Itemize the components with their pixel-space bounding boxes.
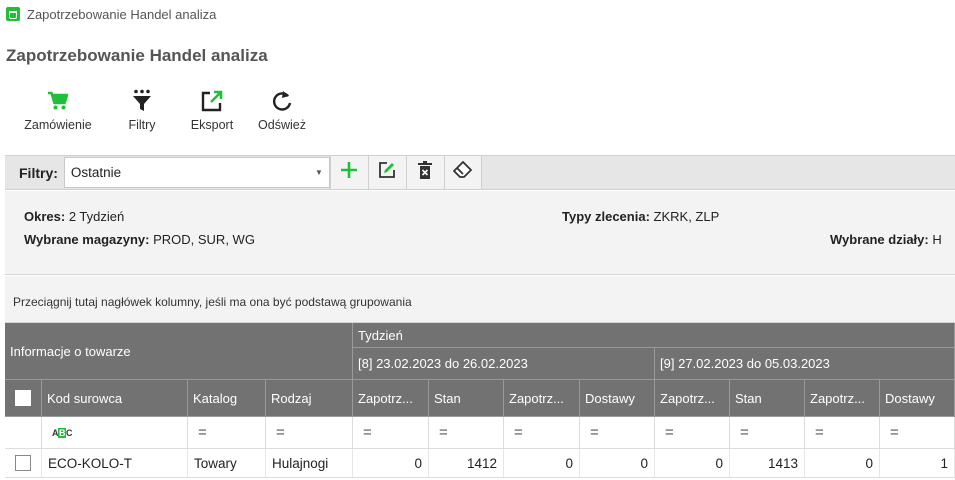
order-types-info: Typy zlecenia: ZKRK, ZLP — [562, 209, 719, 224]
filter-cell-w1-demand2[interactable]: = — [504, 417, 580, 449]
filter-cell-code[interactable]: ABC — [42, 417, 188, 449]
row-checkbox[interactable] — [15, 455, 31, 471]
col-header-w1-demand[interactable]: Zapotrz... — [353, 380, 429, 417]
filter-cell-type[interactable]: = — [266, 417, 353, 449]
edit-filter-button[interactable] — [367, 156, 406, 189]
refresh-icon — [271, 84, 293, 118]
group-by-drop-area[interactable]: Przeciągnij tutaj nagłówek kolumny, jeśl… — [5, 276, 955, 323]
band-product-info: Informacje o towarze — [5, 323, 353, 380]
filter-select[interactable]: Ostatnie ▼ — [63, 157, 330, 188]
period-label: Okres: — [24, 209, 66, 224]
edit-icon — [378, 161, 396, 184]
group-by-hint: Przeciągnij tutaj nagłówek kolumny, jeśl… — [13, 295, 412, 309]
filter-summary-panel: Okres: 2 Tydzień Wybrane magazyny: PROD,… — [5, 191, 955, 275]
table-cell-code[interactable]: ECO-KOLO-T — [42, 449, 188, 478]
clear-filter-button[interactable] — [443, 156, 482, 189]
departments-info: Wybrane działy: H — [830, 232, 942, 247]
filters-button[interactable]: Filtry — [110, 84, 174, 144]
filter-cell-w1-demand[interactable]: = — [353, 417, 429, 449]
warehouses-info: Wybrane magazyny: PROD, SUR, WG — [24, 232, 255, 247]
table-cell-w2-demand2[interactable]: 0 — [805, 449, 880, 478]
filter-select-value: Ostatnie — [70, 165, 122, 180]
table-cell-w2-deliveries[interactable]: 1 — [880, 449, 955, 478]
filter-cell-w1-deliveries[interactable]: = — [580, 417, 655, 449]
filter-bar: Filtry: Ostatnie ▼ — [5, 155, 955, 190]
order-button-label: Zamówienie — [24, 118, 92, 132]
select-all-cell — [5, 380, 42, 417]
export-icon — [200, 84, 224, 118]
table-cell-catalog[interactable]: Towary — [188, 449, 266, 478]
order-types-value: ZKRK, ZLP — [653, 209, 720, 224]
col-header-w2-deliveries[interactable]: Dostawy — [880, 380, 955, 417]
window-title: Zapotrzebowanie Handel analiza — [27, 6, 217, 22]
filter-cell-w2-demand[interactable]: = — [655, 417, 730, 449]
refresh-button-label: Odśwież — [258, 118, 306, 132]
eraser-icon — [452, 161, 474, 184]
chevron-down-icon: ▼ — [314, 168, 323, 177]
select-all-checkbox[interactable] — [15, 390, 31, 406]
departments-value: H — [932, 232, 942, 247]
band-week-8: [8] 23.02.2023 do 26.02.2023 — [353, 348, 655, 380]
table-cell-w1-stock[interactable]: 1412 — [429, 449, 504, 478]
funnel-icon — [132, 84, 152, 118]
delete-filter-button[interactable] — [405, 156, 444, 189]
col-header-catalog[interactable]: Katalog — [188, 380, 266, 417]
filter-cell-w2-stock[interactable]: = — [730, 417, 805, 449]
period-info: Okres: 2 Tydzień — [24, 209, 124, 224]
period-value: 2 Tydzień — [68, 209, 125, 224]
data-grid: Informacje o towarze Tydzień [8] 23.02.2… — [5, 323, 955, 480]
text-filter-abc-icon: ABC — [52, 427, 73, 438]
ribbon-toolbar: Zamówienie Filtry Eksport Odśwież — [0, 84, 314, 144]
filter-cell-w1-stock[interactable]: = — [429, 417, 504, 449]
order-button[interactable]: Zamówienie — [0, 84, 110, 144]
col-header-w2-demand[interactable]: Zapotrz... — [655, 380, 730, 417]
filter-label: Filtry: — [19, 164, 58, 181]
filters-button-label: Filtry — [128, 118, 156, 132]
order-types-label: Typy zlecenia: — [562, 209, 650, 224]
filter-row-spacer — [5, 417, 42, 449]
filter-cell-catalog[interactable]: = — [188, 417, 266, 449]
export-button-label: Eksport — [190, 118, 234, 132]
basket-app-icon — [6, 7, 20, 21]
table-row-select-cell — [5, 449, 42, 478]
col-header-type[interactable]: Rodzaj — [266, 380, 353, 417]
add-filter-button[interactable] — [329, 156, 368, 189]
filter-cell-w2-demand2[interactable]: = — [805, 417, 880, 449]
col-header-w2-demand2[interactable]: Zapotrz... — [805, 380, 880, 417]
band-week: Tydzień — [353, 323, 955, 348]
window-titlebar: Zapotrzebowanie Handel analiza — [0, 0, 955, 28]
cart-icon — [46, 84, 70, 118]
col-header-code[interactable]: Kod surowca — [42, 380, 188, 417]
warehouses-value: PROD, SUR, WG — [153, 232, 255, 247]
plus-icon — [339, 160, 359, 185]
warehouses-label: Wybrane magazyny: — [24, 232, 150, 247]
table-cell-w2-demand[interactable]: 0 — [655, 449, 730, 478]
table-cell-w2-stock[interactable]: 1413 — [730, 449, 805, 478]
export-button[interactable]: Eksport — [174, 84, 250, 144]
col-header-w2-stock[interactable]: Stan — [730, 380, 805, 417]
col-header-w1-deliveries[interactable]: Dostawy — [580, 380, 655, 417]
col-header-w1-demand2[interactable]: Zapotrz... — [504, 380, 580, 417]
filter-cell-w2-deliveries[interactable]: = — [880, 417, 955, 449]
table-cell-w1-demand[interactable]: 0 — [353, 449, 429, 478]
page-title: Zapotrzebowanie Handel analiza — [6, 46, 268, 65]
col-header-w1-stock[interactable]: Stan — [429, 380, 504, 417]
refresh-button[interactable]: Odśwież — [250, 84, 314, 144]
trash-icon — [417, 161, 433, 184]
departments-label: Wybrane działy: — [830, 232, 929, 247]
band-week-9: [9] 27.02.2023 do 05.03.2023 — [655, 348, 955, 380]
table-cell-type[interactable]: Hulajnogi — [266, 449, 353, 478]
table-cell-w1-demand2[interactable]: 0 — [504, 449, 580, 478]
table-cell-w1-deliveries[interactable]: 0 — [580, 449, 655, 478]
